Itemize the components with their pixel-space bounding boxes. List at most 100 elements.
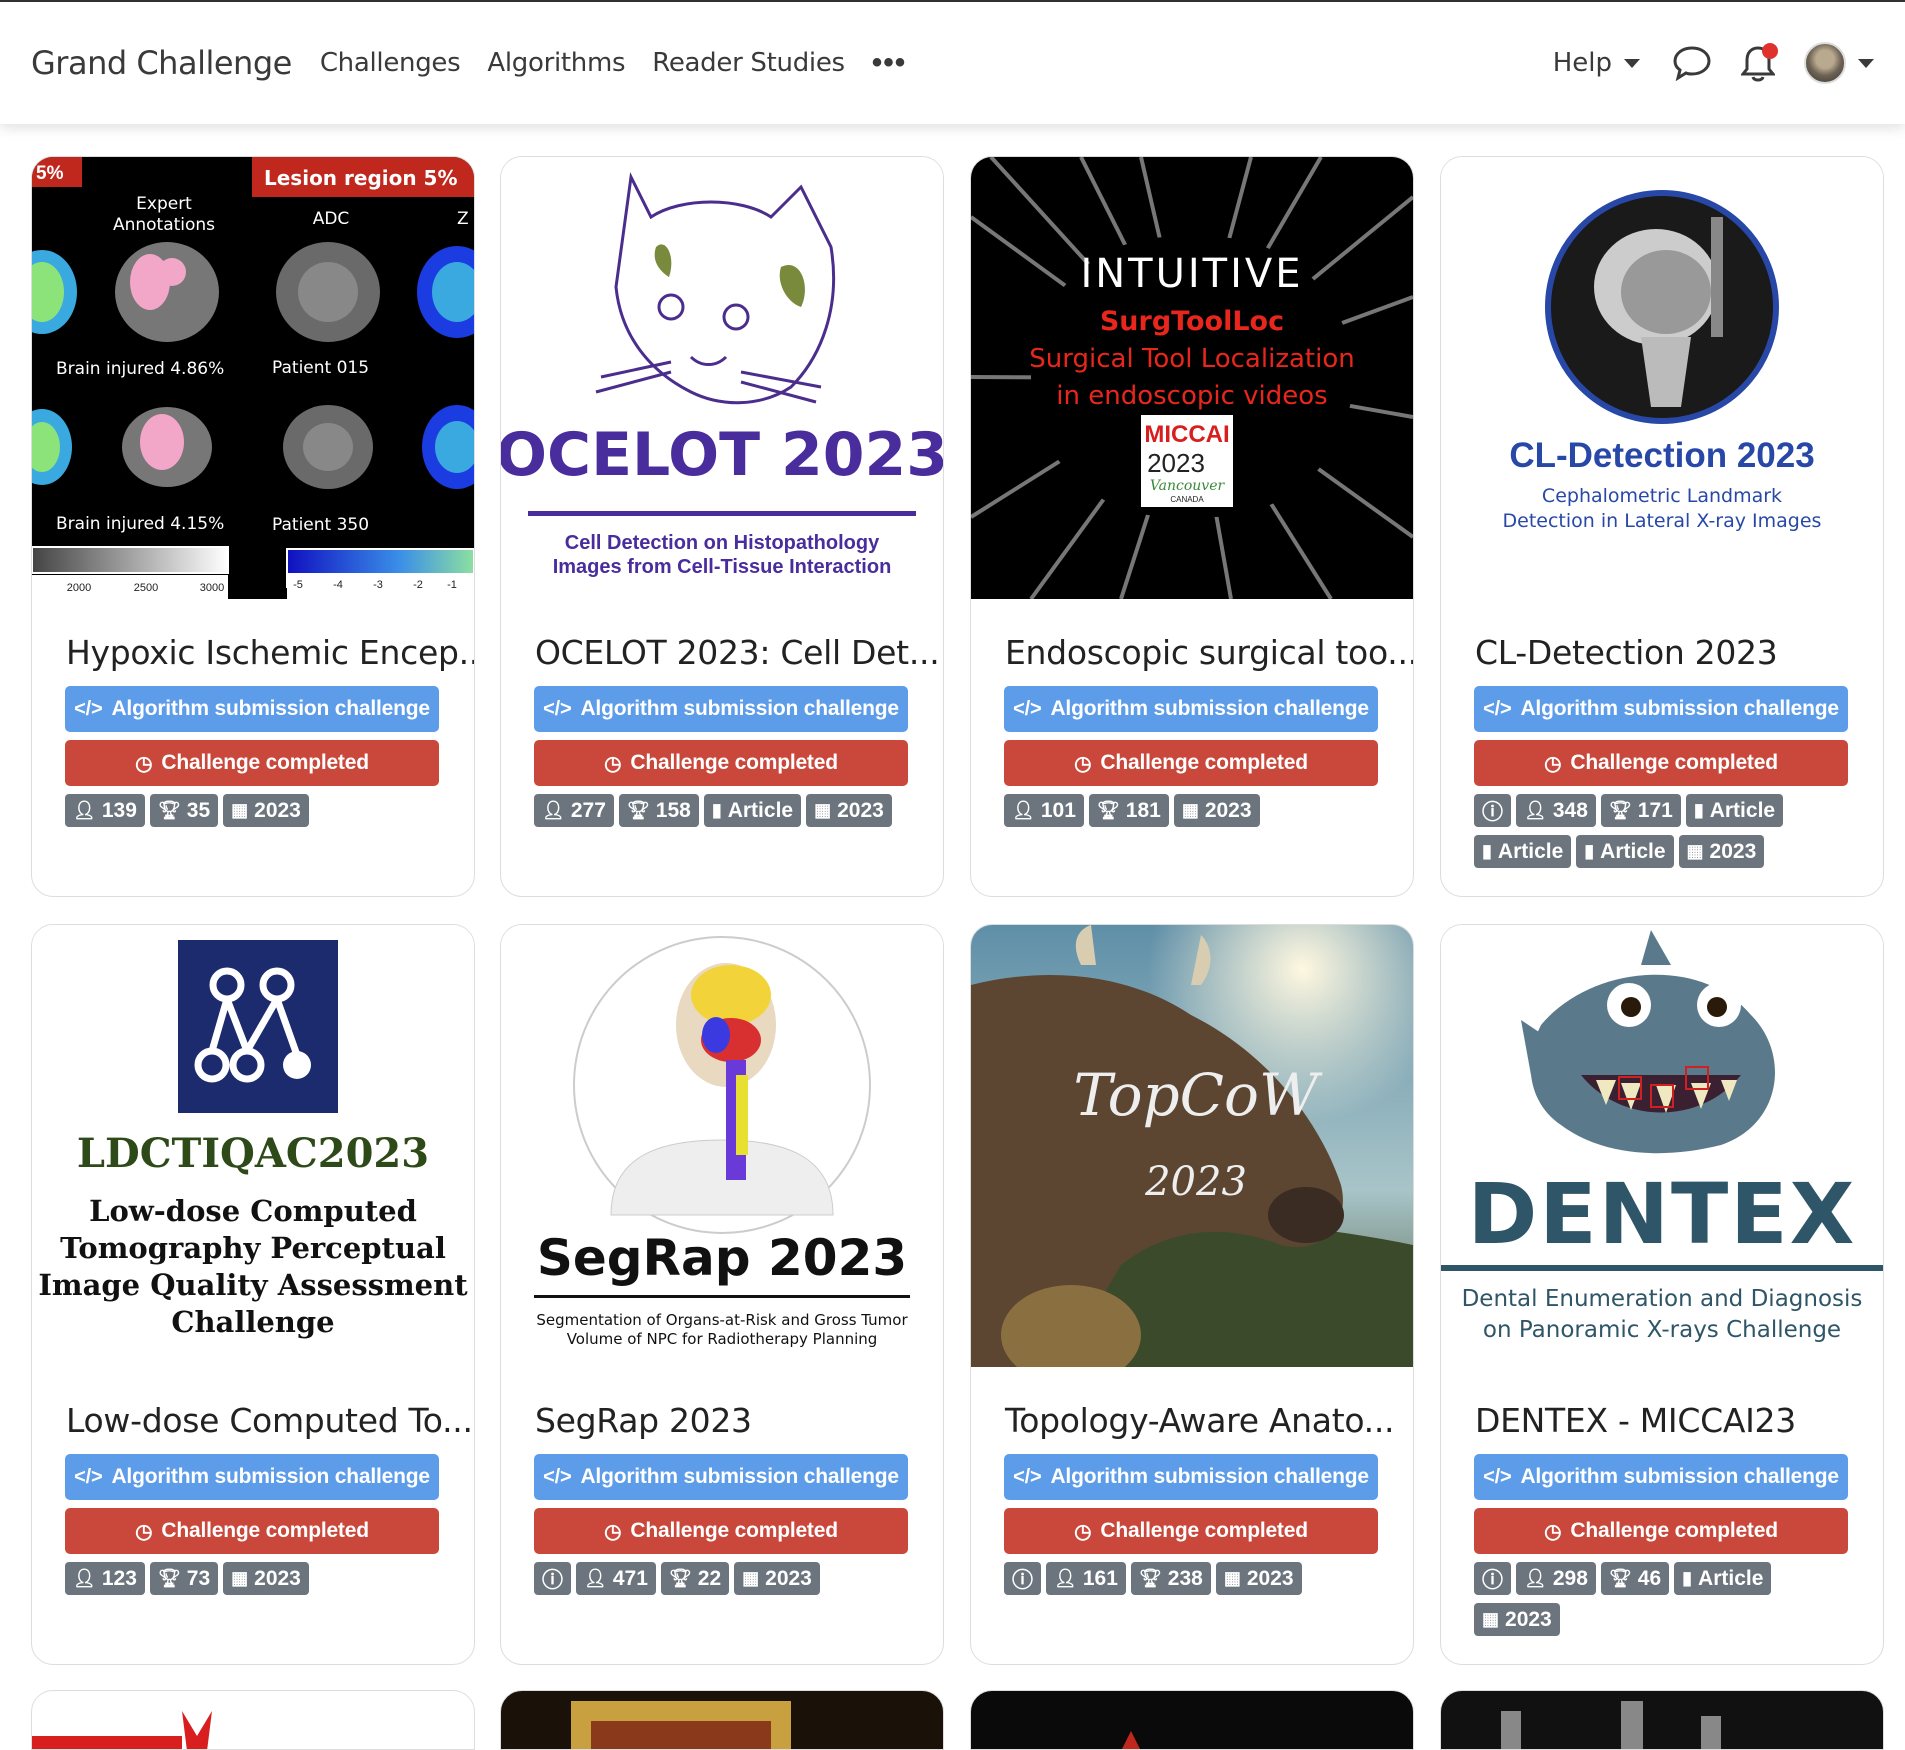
completed-label: Challenge completed — [630, 751, 838, 774]
card-stats: 👤︎ 101 🏆︎ 181 ▦ 2023 — [971, 786, 1391, 835]
participants-badge: 👤︎ 348 — [1516, 794, 1596, 827]
miccai-logo: MICCAI — [1144, 421, 1229, 448]
card-title[interactable]: Low-dose Computed To... — [32, 1367, 474, 1448]
challenge-completed-badge[interactable]: ◷ Challenge completed — [65, 740, 439, 786]
challenge-card[interactable]: TopCoW 2023 Topology-Aware Anato... </> A… — [970, 924, 1414, 1665]
challenge-completed-badge[interactable]: ◷ Challenge completed — [1474, 1508, 1848, 1554]
challenge-card[interactable]: SegRap 2023 Segmentation of Organs-at-Ri… — [500, 924, 944, 1665]
article-badge[interactable]: ▮ Article — [1576, 835, 1674, 868]
ocelot-heading: OCELOT 2023 — [501, 420, 943, 490]
article-badge[interactable]: ▮ Article — [1474, 835, 1572, 868]
challenge-completed-badge[interactable]: ◷ Challenge completed — [1474, 740, 1848, 786]
article-label: Article — [727, 798, 794, 822]
chat-icon[interactable] — [1672, 43, 1712, 83]
challenge-completed-badge[interactable]: ◷ Challenge completed — [534, 1508, 908, 1554]
card-title[interactable]: Topology-Aware Anato... — [971, 1367, 1413, 1448]
submissions-badge: 🏆︎ 171 — [1600, 794, 1681, 827]
file-icon: ▮ — [1482, 841, 1492, 861]
trophy-icon: 🏆︎ — [626, 800, 650, 820]
article-badge[interactable]: ▮ Article — [703, 794, 802, 827]
challenge-completed-badge[interactable]: ◷ Challenge completed — [65, 1508, 439, 1554]
algorithm-label: Algorithm submission challenge — [580, 1465, 899, 1488]
code-icon: </> — [74, 1465, 103, 1488]
year-value: 2023 — [1709, 839, 1757, 863]
year-badge: ▦ 2023 — [1173, 794, 1260, 827]
thumb-tick: 2500 — [134, 582, 158, 594]
algorithm-submission-badge[interactable]: </> Algorithm submission challenge — [1474, 1454, 1848, 1500]
participants-badge: 👤︎ 123 — [65, 1562, 145, 1595]
algorithm-submission-badge[interactable]: </> Algorithm submission challenge — [1474, 686, 1848, 732]
challenge-card[interactable]: OCELOT 2023 Cell Detection on Histopatho… — [500, 156, 944, 897]
bell-icon[interactable] — [1738, 43, 1778, 83]
challenge-completed-badge[interactable]: ◷ Challenge completed — [1004, 740, 1378, 786]
challenge-card-partial[interactable] — [970, 1690, 1414, 1750]
code-icon: </> — [1483, 1465, 1512, 1488]
clock-icon: ◷ — [1074, 1520, 1092, 1543]
file-icon: ▮ — [711, 800, 722, 820]
clock-icon: ◷ — [604, 1520, 622, 1543]
algorithm-submission-badge[interactable]: </> Algorithm submission challenge — [65, 686, 439, 732]
article-badge[interactable]: ▮ Article — [1674, 1562, 1772, 1595]
algorithm-submission-badge[interactable]: </> Algorithm submission challenge — [534, 1454, 908, 1500]
thumb-tick: -3 — [373, 579, 383, 591]
nav-reader-studies[interactable]: Reader Studies — [652, 48, 845, 78]
card-title[interactable]: CL-Detection 2023 — [1441, 599, 1883, 680]
card-title[interactable]: SegRap 2023 — [501, 1367, 943, 1448]
nav-algorithms[interactable]: Algorithms — [487, 48, 625, 78]
algorithm-submission-badge[interactable]: </> Algorithm submission challenge — [1004, 686, 1378, 732]
year-value: 2023 — [765, 1566, 812, 1590]
thumb-badge-right: Lesion region 5% — [264, 166, 458, 190]
completed-label: Challenge completed — [630, 1519, 838, 1542]
challenge-completed-badge[interactable]: ◷ Challenge completed — [534, 740, 908, 786]
card-title[interactable]: OCELOT 2023: Cell Det... — [501, 599, 943, 680]
algorithm-label: Algorithm submission challenge — [1050, 1465, 1369, 1488]
algorithm-submission-badge[interactable]: </> Algorithm submission challenge — [534, 686, 908, 732]
thumb-tick: -2 — [413, 579, 423, 591]
intuitive-logo: INTUITIVE — [1080, 251, 1303, 297]
submissions-count: 171 — [1637, 798, 1673, 822]
info-badge[interactable]: ⓘ — [1474, 1562, 1511, 1595]
card-title[interactable]: DENTEX - MICCAI23 — [1441, 1367, 1883, 1448]
user-menu[interactable] — [1804, 42, 1874, 84]
segrap-heading: SegRap 2023 — [537, 1229, 907, 1287]
challenge-card-partial[interactable] — [1440, 1690, 1884, 1750]
card-title[interactable]: Hypoxic Ischemic Encep... — [32, 599, 474, 680]
info-badge[interactable]: ⓘ — [1004, 1562, 1041, 1595]
challenge-card[interactable]: CL-Detection 2023 Cephalometric Landmark… — [1440, 156, 1884, 897]
card-title[interactable]: Endoscopic surgical too... — [971, 599, 1413, 680]
card-thumbnail: DENTEX Dental Enumeration and Diagnosis … — [1441, 925, 1883, 1367]
article-badge[interactable]: ▮ Article — [1685, 794, 1784, 827]
completed-label: Challenge completed — [1570, 751, 1778, 774]
ldct-line: Low-dose Computed — [89, 1194, 417, 1228]
challenge-card-partial[interactable] — [500, 1690, 944, 1750]
surgtoolloc-line2: in endoscopic videos — [1056, 381, 1327, 411]
completed-label: Challenge completed — [161, 751, 369, 774]
help-dropdown[interactable]: Help — [1553, 48, 1640, 78]
challenge-card[interactable]: DENTEX Dental Enumeration and Diagnosis … — [1440, 924, 1884, 1665]
challenge-card-partial[interactable] — [31, 1690, 475, 1750]
cl-line2: Detection in Lateral X-ray Images — [1503, 510, 1822, 532]
info-badge[interactable]: ⓘ — [534, 1562, 571, 1595]
year-value: 2023 — [837, 798, 884, 822]
algorithm-submission-badge[interactable]: </> Algorithm submission challenge — [1004, 1454, 1378, 1500]
info-badge[interactable]: ⓘ — [1474, 794, 1511, 827]
challenge-card[interactable]: 5% Lesion region 5% Expert Annotations A… — [31, 156, 475, 897]
challenge-completed-badge[interactable]: ◷ Challenge completed — [1004, 1508, 1378, 1554]
nav-challenges[interactable]: Challenges — [320, 48, 461, 78]
more-menu-icon[interactable]: ••• — [872, 46, 907, 80]
card-thumbnail: CL-Detection 2023 Cephalometric Landmark… — [1441, 157, 1883, 599]
submissions-badge: 🏆︎ 73 — [149, 1562, 219, 1595]
miccai-city: Vancouver — [1150, 478, 1226, 494]
notification-dot — [1762, 43, 1778, 59]
clock-icon: ◷ — [1544, 1520, 1562, 1543]
challenge-card[interactable]: INTUITIVE SurgToolLoc Surgical Tool Loca… — [970, 156, 1414, 897]
submissions-count: 73 — [186, 1566, 211, 1590]
algorithm-submission-badge[interactable]: </> Algorithm submission challenge — [65, 1454, 439, 1500]
brand-link[interactable]: Grand Challenge — [31, 44, 292, 82]
article-label: Article — [1600, 839, 1666, 863]
file-icon: ▮ — [1693, 800, 1704, 820]
article-label: Article — [1698, 1566, 1764, 1590]
challenge-card[interactable]: LDCTIQAC2023 Low-dose Computed Tomograph… — [31, 924, 475, 1665]
thumb-row2a: Brain injured 4.15% — [56, 514, 224, 534]
user-icon: 👤︎ — [1524, 1568, 1547, 1588]
